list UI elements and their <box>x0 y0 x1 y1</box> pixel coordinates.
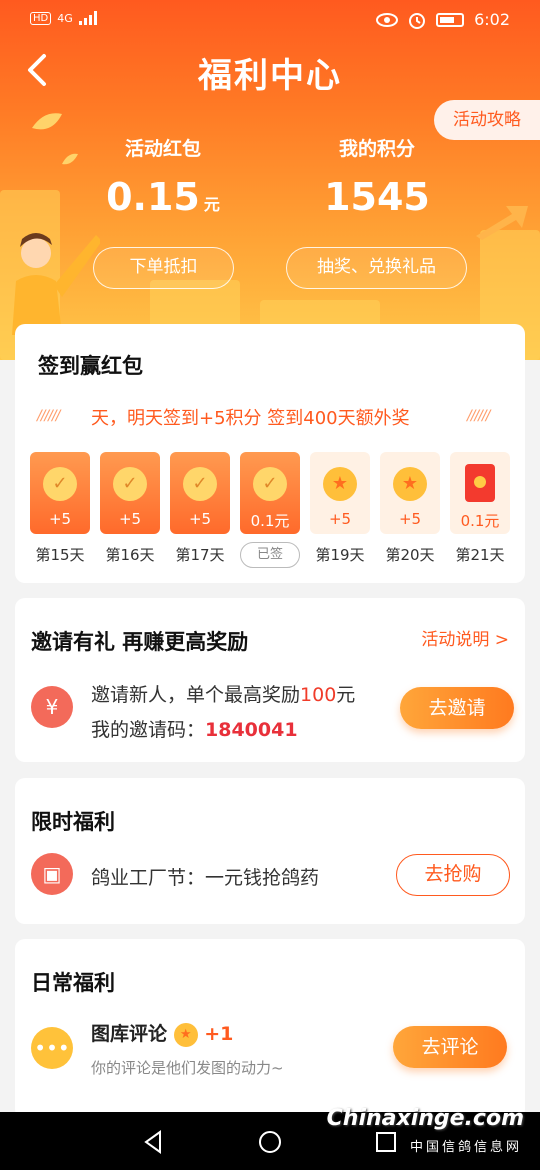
checkin-day-amount: 0.1元 <box>250 512 290 530</box>
watermark-subtitle: 中国信鸽信息网 <box>409 1140 522 1155</box>
comment-icon: ••• <box>31 1027 73 1069</box>
checkin-day-label: 已签 <box>240 542 300 568</box>
checkin-marquee-text: 天，明天签到+5积分 签到400天额外奖 <box>91 408 410 429</box>
activity-rules-link[interactable]: 活动说明 > <box>421 625 509 650</box>
page-title: 福利中心 <box>198 56 342 96</box>
invite-reward-prefix: 邀请新人，单个最高奖励 <box>91 684 301 706</box>
check-coin-icon: ✓ <box>43 467 77 501</box>
daily-reward: +1 <box>204 1023 234 1045</box>
network-label: 4G <box>57 11 73 25</box>
checkin-day[interactable]: ✓ +5 第15天 <box>30 452 90 565</box>
signal-icon <box>78 11 97 25</box>
checkin-day-tile: ✓ +5 <box>30 452 90 534</box>
red-packet-value: 0.15 元 <box>63 175 263 219</box>
invite-button[interactable]: 去邀请 <box>400 687 514 729</box>
hd-badge: HD <box>30 11 52 25</box>
alarm-icon <box>409 12 426 29</box>
red-packet-amount: 0.15 <box>106 175 200 219</box>
star-coin-icon: ★ <box>323 467 357 501</box>
daily-item-title: 图库评论 ★ +1 <box>91 1019 233 1047</box>
star-coin-icon: ★ <box>393 467 427 501</box>
checkin-day[interactable]: ★ +5 第20天 <box>380 452 440 565</box>
slash-decor-right: ////// <box>467 408 490 424</box>
red-packet-icon <box>465 464 495 502</box>
person-illustration-icon <box>12 233 100 335</box>
checkin-day-label: 第20天 <box>385 546 435 564</box>
check-coin-icon: ✓ <box>253 467 287 501</box>
recents-square-icon[interactable] <box>372 1128 400 1156</box>
checkin-day-label: 第19天 <box>315 546 365 564</box>
checkin-day-tile: ★ +5 <box>310 452 370 534</box>
checkin-day-amount: +5 <box>188 510 212 528</box>
checkin-marquee: ////// 天，明天签到+5积分 签到400天额外奖 ////// <box>15 404 525 434</box>
red-packet-label: 活动红包 <box>124 138 201 160</box>
eye-icon <box>376 12 399 27</box>
limited-item-text: 鸽业工厂节：一元钱抢鸽药 <box>91 867 320 889</box>
points-label: 我的积分 <box>338 138 415 160</box>
invite-card: 邀请有礼 再赚更高奖励 活动说明 > ¥ 邀请新人，单个最高奖励100元 我的邀… <box>15 598 525 762</box>
battery-icon <box>436 12 465 27</box>
daily-card: 日常福利 ••• 图库评论 ★ +1 你的评论是他们发图的动力~ 去评论 <box>15 939 525 1119</box>
checkin-day-amount: +5 <box>48 510 72 528</box>
limited-card: 限时福利 ▣ 鸽业工厂节：一元钱抢鸽药 去抢购 <box>15 778 525 924</box>
status-bar: HD 4G 6:02 <box>0 0 540 40</box>
invite-reward-suffix: 元 <box>336 684 356 706</box>
comment-button[interactable]: 去评论 <box>393 1026 507 1068</box>
buy-now-button[interactable]: 去抢购 <box>396 854 510 896</box>
invite-reward-text: 邀请新人，单个最高奖励100元 <box>91 680 355 707</box>
status-time: 6:02 <box>474 10 510 29</box>
invite-code-value: 1840041 <box>205 719 298 741</box>
gift-icon: ▣ <box>31 853 73 895</box>
checkin-day-amount: +5 <box>398 510 422 528</box>
redeem-gifts-button[interactable]: 抽奖、兑换礼品 <box>286 247 467 289</box>
checkin-day-amount: +5 <box>328 510 352 528</box>
checkin-day[interactable]: ✓ +5 第17天 <box>170 452 230 565</box>
limited-title: 限时福利 <box>31 810 115 834</box>
checkin-day-tile: ✓ +5 <box>100 452 160 534</box>
checkin-day-tile: ★ +5 <box>380 452 440 534</box>
checkin-day-label: 第15天 <box>35 546 85 564</box>
checkin-day[interactable]: ✓ 0.1元已签 <box>240 452 300 568</box>
daily-item-desc: 你的评论是他们发图的动力~ <box>91 1059 284 1077</box>
slash-decor-left: ////// <box>37 408 60 424</box>
checkin-day[interactable]: 0.1元第21天 <box>450 452 510 565</box>
invite-title: 邀请有礼 再赚更高奖励 <box>31 630 249 654</box>
checkin-day-amount: 0.1元 <box>460 512 500 530</box>
checkin-day[interactable]: ★ +5 第19天 <box>310 452 370 565</box>
checkin-title: 签到赢红包 <box>38 354 143 378</box>
checkin-day-amount: +5 <box>118 510 142 528</box>
order-deduct-button[interactable]: 下单抵扣 <box>93 247 234 289</box>
red-packet-stat: 活动红包 0.15 元 <box>63 134 263 219</box>
arrow-decor-icon <box>476 206 528 240</box>
home-circle-icon[interactable] <box>256 1128 284 1156</box>
invite-reward-amount: 100 <box>300 684 337 706</box>
checkin-card: 签到赢红包 ////// 天，明天签到+5积分 签到400天额外奖 //////… <box>15 324 525 583</box>
checkin-day-tile: 0.1元 <box>450 452 510 534</box>
leaf-icon <box>32 113 62 130</box>
check-coin-icon: ✓ <box>183 467 217 501</box>
invite-code-label: 我的邀请码： <box>91 719 206 741</box>
star-coin-icon: ★ <box>173 1022 198 1047</box>
check-coin-icon: ✓ <box>113 467 147 501</box>
daily-title: 日常福利 <box>31 971 115 995</box>
checkin-day-label: 第21天 <box>455 546 505 564</box>
checkin-day-label: 第16天 <box>105 546 155 564</box>
gift-box-icon: ¥ <box>31 686 73 728</box>
red-packet-unit: 元 <box>203 195 220 214</box>
watermark: Chinaxinge.com <box>326 1106 524 1131</box>
invite-code-text: 我的邀请码：1840041 <box>91 715 298 742</box>
checkin-day[interactable]: ✓ +5 第16天 <box>100 452 160 565</box>
points-value: 1545 <box>324 175 430 219</box>
back-triangle-icon[interactable] <box>140 1128 168 1156</box>
checkin-day-label: 第17天 <box>175 546 225 564</box>
daily-item-title-text: 图库评论 <box>91 1023 168 1045</box>
checkin-day-tile: ✓ +5 <box>170 452 230 534</box>
points-stat: 我的积分 1545 <box>277 134 477 219</box>
checkin-day-tile: ✓ 0.1元 <box>240 452 300 534</box>
